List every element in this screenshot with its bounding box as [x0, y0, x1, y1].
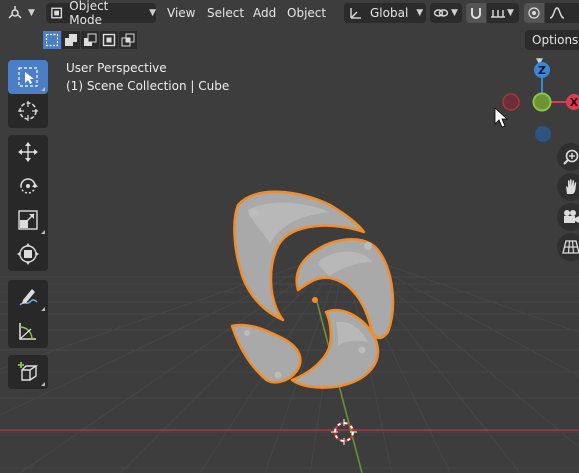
toolbar-add-group [8, 355, 48, 389]
viewport-icon [8, 6, 22, 19]
hand-icon [566, 179, 577, 194]
tool-add-cube[interactable] [8, 355, 48, 389]
tool-select-box[interactable] [8, 60, 48, 94]
select-subtract-button[interactable] [81, 31, 99, 49]
mode-dropdown[interactable]: Object Mode ▼ [46, 0, 156, 27]
tool-transform[interactable] [8, 237, 48, 271]
object-origin [312, 297, 318, 303]
menu-add[interactable]: Add [253, 4, 276, 22]
chevron-down-icon: ▼ [507, 8, 514, 18]
toolbar-annotate-group [8, 280, 48, 348]
proportional-falloff-dropdown[interactable] [545, 3, 579, 23]
mode-label: Object Mode [69, 0, 109, 27]
3d-viewport[interactable]: ▼ Object Mode ▼ View Select Add Object G… [0, 0, 579, 473]
camera-icon [564, 210, 579, 223]
tool-rotate[interactable] [8, 169, 48, 203]
snap-toggle[interactable] [466, 3, 486, 23]
transform-icon [17, 243, 39, 265]
select-extend-button[interactable] [62, 31, 80, 49]
tool-variants-indicator [41, 87, 45, 91]
menu-object[interactable]: Object [287, 4, 326, 22]
chevron-down-icon: ▼ [28, 8, 35, 18]
select-box-icon [18, 67, 38, 87]
move-icon [18, 142, 38, 162]
orientation-dropdown[interactable]: Global ▼ [344, 3, 426, 23]
snap-increment-icon [491, 10, 505, 18]
gizmo-neg-z-icon[interactable] [535, 126, 551, 142]
object-mode-icon [51, 7, 63, 19]
rotate-icon [20, 178, 38, 194]
camera-view-button[interactable] [557, 203, 579, 231]
toolbar-transform-group [8, 135, 48, 271]
tool-cursor[interactable] [8, 94, 48, 128]
chevron-down-icon: ▼ [451, 8, 458, 18]
gizmo-y-icon[interactable] [532, 92, 552, 112]
zoom-button[interactable] [557, 143, 579, 171]
pan-button[interactable] [557, 173, 579, 201]
snap-target-dropdown[interactable]: ▼ [487, 3, 519, 23]
toolbar-select-group [8, 60, 48, 128]
select-invert-button[interactable] [100, 31, 118, 49]
transform-orientation-icon [350, 8, 361, 19]
proportional-editing-toggle[interactable] [524, 3, 544, 23]
tool-scale[interactable] [8, 203, 48, 237]
ortho-toggle-button[interactable] [557, 233, 579, 261]
select-new-icon [45, 33, 59, 47]
falloff-curve-icon [549, 7, 565, 19]
gizmo-z-label: Z [538, 64, 546, 77]
magnet-icon [471, 8, 481, 19]
tool-variants-indicator [41, 307, 45, 311]
select-extend-icon [65, 34, 77, 46]
collection-info: (1) Scene Collection | Cube [66, 79, 230, 93]
gizmo-neg-x-icon[interactable] [502, 93, 520, 111]
measure-icon [19, 323, 36, 340]
select-new-button[interactable] [43, 31, 61, 49]
view-name: User Perspective [66, 61, 167, 75]
menu-view[interactable]: View [167, 4, 195, 22]
select-intersect-button[interactable] [119, 31, 137, 49]
grid-icon [562, 240, 579, 254]
select-subtract-icon [84, 33, 97, 46]
tool-move[interactable] [8, 135, 48, 169]
options-dropdown[interactable]: Options ▼ [525, 30, 579, 67]
cursor-icon [18, 101, 38, 121]
proportional-editing-icon [528, 7, 540, 19]
annotate-icon [19, 289, 38, 306]
tool-measure[interactable] [8, 314, 48, 348]
gizmo-x-label: X [570, 96, 579, 109]
pivot-point-dropdown[interactable]: ▼ [430, 3, 462, 23]
select-intersect-icon [121, 33, 135, 47]
editor-type-button[interactable]: ▼ [6, 3, 40, 23]
chevron-down-icon: ▼ [149, 8, 156, 18]
options-label: Options [532, 33, 579, 47]
link-icon [433, 9, 449, 17]
chevron-down-icon: ▼ [416, 8, 424, 18]
viewport-header: ▼ Object Mode ▼ View Select Add Object G… [0, 0, 579, 27]
selection-mode-buttons [43, 31, 137, 49]
menu-select[interactable]: Select [207, 4, 244, 22]
select-invert-icon [102, 33, 116, 47]
tool-annotate[interactable] [8, 280, 48, 314]
tool-variants-indicator [41, 230, 45, 234]
tool-variants-indicator [41, 382, 45, 386]
add-cube-icon [18, 362, 39, 381]
zoom-icon [563, 149, 579, 165]
orientation-label: Global [370, 6, 409, 20]
navigation-gizmo[interactable]: Z X [498, 58, 579, 153]
scale-icon [18, 210, 38, 230]
